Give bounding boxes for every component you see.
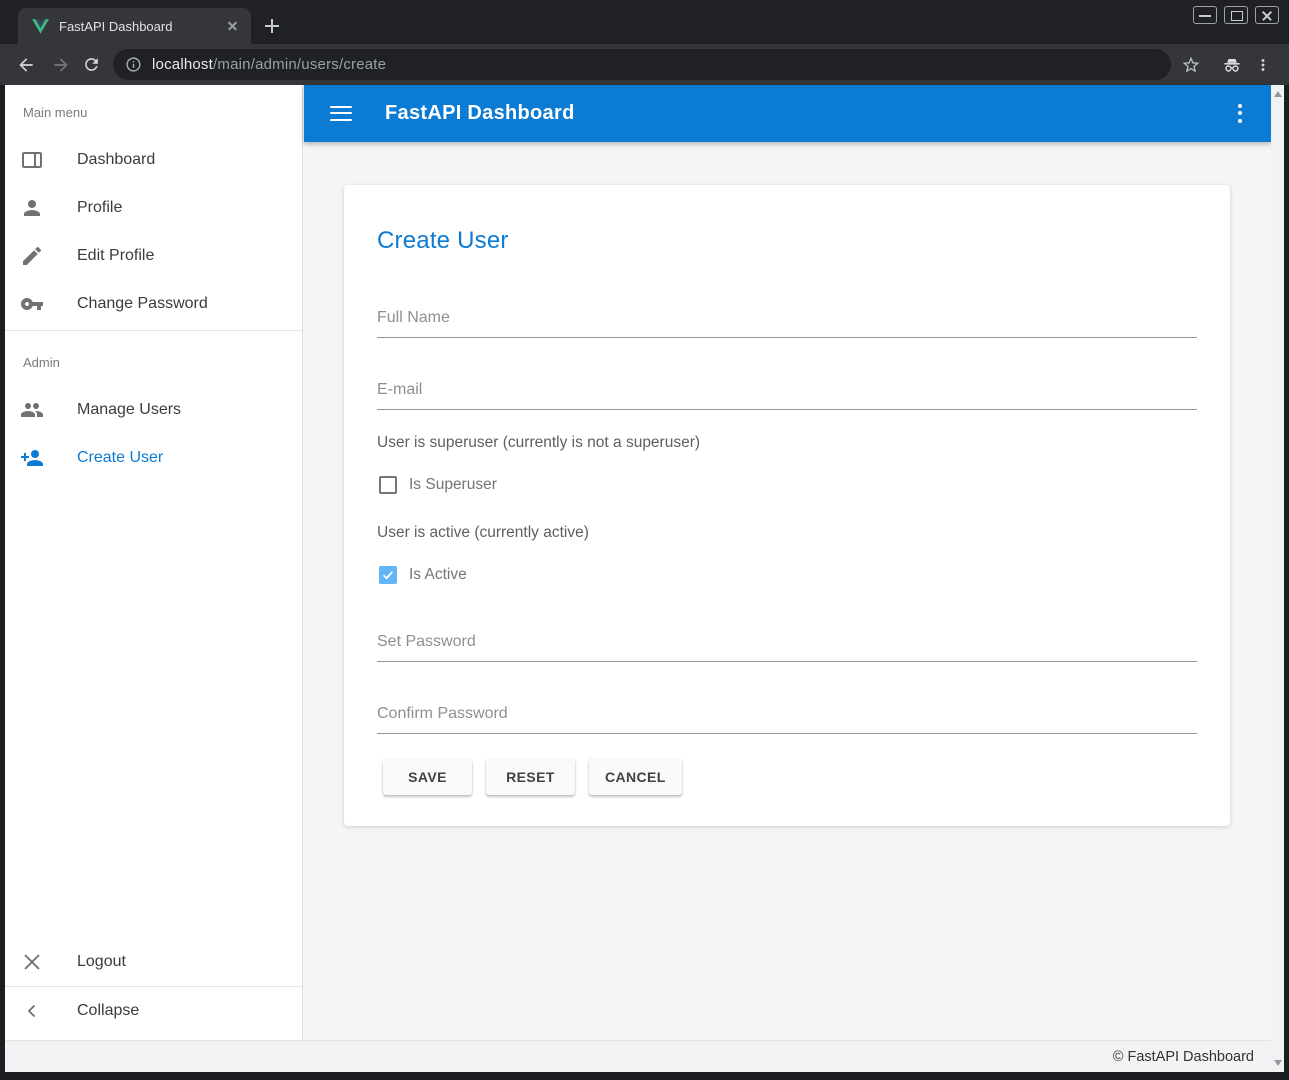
app-toolbar: FastAPI Dashboard [304, 85, 1271, 142]
hamburger-menu-icon[interactable] [330, 106, 352, 122]
checkbox-label: Is Active [409, 566, 467, 584]
window-minimize-button[interactable] [1193, 6, 1217, 24]
is-active-checkbox-row[interactable]: Is Active [379, 566, 1197, 584]
sidebar-item-label: Logout [77, 953, 126, 971]
browser-window: FastAPI Dashboard localhost/main/admin/u… [0, 0, 1289, 1080]
sidebar-item-label: Profile [77, 199, 122, 217]
browser-menu-button[interactable] [1250, 52, 1275, 77]
page-title: Create User [377, 227, 1197, 255]
sidebar-item-label: Dashboard [77, 151, 155, 169]
email-field-wrap [377, 379, 1197, 410]
kebab-menu-icon [1254, 56, 1272, 74]
person-icon [20, 196, 44, 220]
new-tab-button[interactable] [260, 14, 284, 38]
edit-icon [20, 244, 44, 268]
reset-button[interactable]: RESET [486, 759, 575, 795]
cancel-button[interactable]: CANCEL [589, 759, 682, 795]
sidebar-item-profile[interactable]: Profile [5, 184, 302, 232]
url-path: /main/admin/users/create [213, 56, 386, 73]
sidebar-item-edit-profile[interactable]: Edit Profile [5, 232, 302, 280]
star-icon [1181, 55, 1201, 75]
save-button[interactable]: SAVE [383, 759, 472, 795]
person-add-icon [20, 446, 44, 470]
sidebar-item-label: Create User [77, 449, 163, 467]
sidebar-main-menu: Dashboard Profile Edit Profile Change Pa… [5, 136, 302, 328]
checkmark-icon [381, 568, 395, 582]
set-password-field-wrap [377, 631, 1197, 662]
set-password-input[interactable] [377, 631, 1197, 662]
sidebar-item-label: Change Password [77, 295, 208, 313]
refresh-icon [82, 55, 101, 74]
window-maximize-button[interactable] [1224, 6, 1248, 24]
tab-title: FastAPI Dashboard [59, 19, 225, 34]
arrow-forward-icon [51, 55, 71, 75]
address-bar[interactable]: localhost/main/admin/users/create [113, 49, 1171, 80]
forward-button[interactable] [48, 52, 73, 77]
checkbox-unchecked-icon[interactable] [379, 476, 397, 494]
url-host: localhost [152, 56, 213, 73]
incognito-icon [1221, 54, 1243, 76]
full-name-field-wrap [377, 307, 1197, 338]
back-button[interactable] [13, 52, 38, 77]
scrollbar-up-arrow-icon[interactable] [1274, 91, 1282, 97]
dashboard-icon [20, 148, 44, 172]
sidebar-item-label: Manage Users [77, 401, 181, 419]
footer-copyright: © FastAPI Dashboard [1113, 1049, 1254, 1065]
sidebar-item-dashboard[interactable]: Dashboard [5, 136, 302, 184]
create-user-card: Create User User is superuser (currently… [344, 185, 1230, 826]
sidebar-admin-menu: Manage Users Create User [5, 386, 302, 482]
sidebar-bottom: Logout Collapse [5, 938, 302, 1035]
sidebar: Main menu Dashboard Profile Edit Profile… [5, 85, 303, 1040]
scrollbar-down-arrow-icon[interactable] [1274, 1060, 1282, 1066]
sidebar-section-admin: Admin [23, 353, 302, 373]
active-hint: User is active (currently active) [377, 522, 1197, 544]
window-controls [1193, 6, 1279, 24]
page-scrollbar[interactable] [1271, 85, 1284, 1072]
sidebar-section-main-menu: Main menu [23, 103, 302, 123]
main-area: FastAPI Dashboard Create User User is su… [304, 85, 1284, 1040]
confirm-password-input[interactable] [377, 703, 1197, 734]
form-actions: SAVE RESET CANCEL [383, 759, 1197, 795]
sidebar-item-label: Collapse [77, 1002, 139, 1020]
checkbox-label: Is Superuser [409, 476, 497, 494]
sidebar-item-create-user[interactable]: Create User [5, 434, 302, 482]
chevron-left-icon [20, 999, 44, 1023]
browser-titlebar: FastAPI Dashboard [0, 0, 1289, 44]
sidebar-item-label: Edit Profile [77, 247, 154, 265]
people-icon [20, 398, 44, 422]
sidebar-item-change-password[interactable]: Change Password [5, 280, 302, 328]
browser-tab[interactable]: FastAPI Dashboard [18, 8, 251, 44]
window-close-button[interactable] [1255, 6, 1279, 24]
sidebar-item-collapse[interactable]: Collapse [5, 987, 302, 1035]
close-x-icon [20, 950, 44, 974]
app-footer: © FastAPI Dashboard [5, 1040, 1284, 1072]
arrow-back-icon [16, 55, 36, 75]
browser-toolbar: localhost/main/admin/users/create [0, 44, 1289, 85]
sidebar-item-logout[interactable]: Logout [5, 938, 302, 986]
email-input[interactable] [377, 379, 1197, 410]
incognito-indicator [1219, 52, 1244, 77]
bookmark-star-button[interactable] [1178, 52, 1203, 77]
tab-close-icon[interactable] [225, 18, 241, 34]
superuser-hint: User is superuser (currently is not a su… [377, 432, 1197, 454]
app-menu-button[interactable] [1233, 104, 1247, 124]
app-title: FastAPI Dashboard [385, 102, 575, 125]
checkbox-checked-icon[interactable] [379, 566, 397, 584]
page-info-icon[interactable] [125, 56, 142, 73]
url-text: localhost/main/admin/users/create [152, 56, 386, 73]
is-superuser-checkbox-row[interactable]: Is Superuser [379, 476, 1197, 494]
sidebar-divider [5, 330, 302, 331]
refresh-button[interactable] [79, 52, 104, 77]
key-icon [20, 292, 44, 316]
vue-logo-icon [32, 19, 49, 34]
page-content: Main menu Dashboard Profile Edit Profile… [5, 85, 1284, 1040]
sidebar-item-manage-users[interactable]: Manage Users [5, 386, 302, 434]
confirm-password-field-wrap [377, 703, 1197, 734]
full-name-input[interactable] [377, 307, 1197, 338]
